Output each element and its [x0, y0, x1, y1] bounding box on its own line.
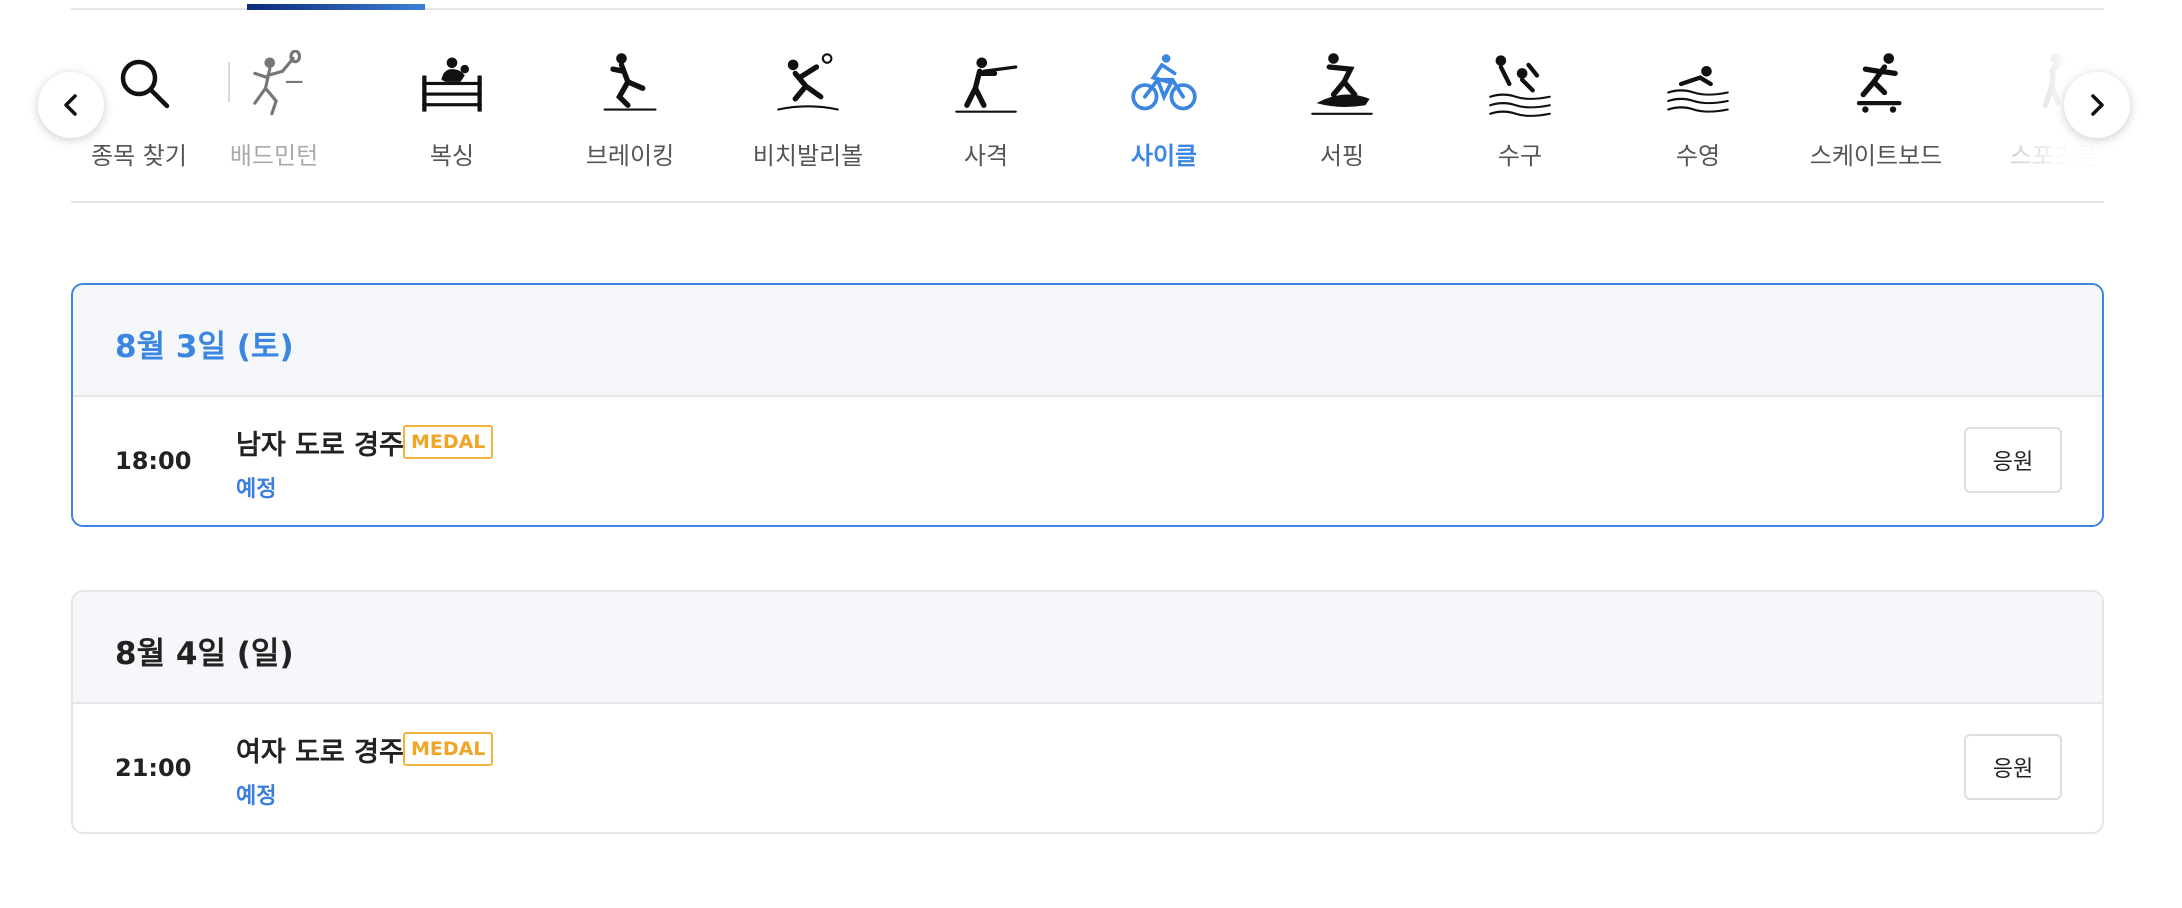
event-status: 예정	[236, 477, 277, 502]
sport-item-badminton[interactable]: 배드민턴	[185, 10, 363, 200]
event-status: 예정	[236, 784, 277, 809]
medal-badge: MEDAL	[403, 425, 494, 459]
cycling-icon	[1126, 46, 1202, 122]
day-title: 8월 3일 (토)	[115, 329, 294, 365]
sport-item-skateboard[interactable]: 스케이트보드	[1787, 10, 1965, 200]
event-name: 여자 도로 경주	[236, 737, 404, 768]
surfing-icon	[1304, 46, 1380, 122]
event-time: 18:00	[115, 447, 192, 475]
sport-carousel: 배드민턴 복싱 브레이킹 비치발리볼 사격 사이클 서핑 수구 수영 스케이트보…	[71, 10, 2104, 202]
sport-label-surfing: 서핑	[1319, 142, 1365, 170]
day-header: 8월 3일 (토)	[73, 285, 2102, 397]
sport-label-badminton: 배드민턴	[229, 142, 319, 170]
badminton-icon	[236, 46, 312, 122]
sport-label-water-polo: 수구	[1497, 142, 1543, 170]
sport-label-skateboard: 스케이트보드	[1809, 142, 1943, 170]
sport-item-shooting[interactable]: 사격	[897, 10, 1075, 200]
sport-item-beach-volleyball[interactable]: 비치발리볼	[719, 10, 897, 200]
event-row[interactable]: 21:00 여자 도로 경주 MEDAL 예정 응원	[73, 704, 2102, 832]
event-name: 남자 도로 경주	[236, 430, 404, 461]
schedule-day-card: 8월 3일 (토) 18:00 남자 도로 경주 MEDAL 예정 응원	[71, 283, 2104, 527]
carousel-prev-button[interactable]	[38, 72, 104, 138]
carousel-bottom-divider	[71, 201, 2104, 203]
shooting-icon	[948, 46, 1024, 122]
skateboard-icon	[1838, 46, 1914, 122]
sport-label-swimming: 수영	[1675, 142, 1721, 170]
swimming-icon	[1660, 46, 1736, 122]
water-polo-icon	[1482, 46, 1558, 122]
sport-label-boxing: 복싱	[429, 142, 475, 170]
breaking-icon	[592, 46, 668, 122]
sport-label-breaking: 브레이킹	[585, 142, 675, 170]
event-time: 21:00	[115, 754, 192, 782]
day-header: 8월 4일 (일)	[73, 592, 2102, 704]
cheer-button[interactable]: 응원	[1964, 427, 2062, 493]
day-title: 8월 4일 (일)	[115, 636, 294, 672]
sport-item-breaking[interactable]: 브레이킹	[541, 10, 719, 200]
sport-label-sport-climbing: 스포츠클	[2009, 142, 2099, 170]
sport-item-cycling[interactable]: 사이클	[1075, 10, 1253, 200]
chevron-right-icon	[2091, 94, 2104, 116]
search-label: 종목 찾기	[91, 142, 187, 170]
sport-label-beach-volleyball: 비치발리볼	[752, 142, 864, 170]
medal-badge: MEDAL	[403, 732, 494, 766]
carousel-next-button[interactable]	[2064, 72, 2130, 138]
cheer-button[interactable]: 응원	[1964, 734, 2062, 800]
search-icon	[117, 56, 173, 112]
sport-label-shooting: 사격	[963, 142, 1009, 170]
schedule-day-card: 8월 4일 (일) 21:00 여자 도로 경주 MEDAL 예정 응원	[71, 590, 2104, 834]
sport-item-boxing[interactable]: 복싱	[363, 10, 541, 200]
sport-item-water-polo[interactable]: 수구	[1431, 10, 1609, 200]
sport-item-surfing[interactable]: 서핑	[1253, 10, 1431, 200]
sport-item-swimming[interactable]: 수영	[1609, 10, 1787, 200]
search-divider	[228, 62, 230, 102]
beach-volleyball-icon	[770, 46, 846, 122]
boxing-icon	[414, 46, 490, 122]
sport-label-cycling: 사이클	[1130, 142, 1198, 170]
chevron-left-icon	[64, 94, 77, 116]
event-row[interactable]: 18:00 남자 도로 경주 MEDAL 예정 응원	[73, 397, 2102, 525]
